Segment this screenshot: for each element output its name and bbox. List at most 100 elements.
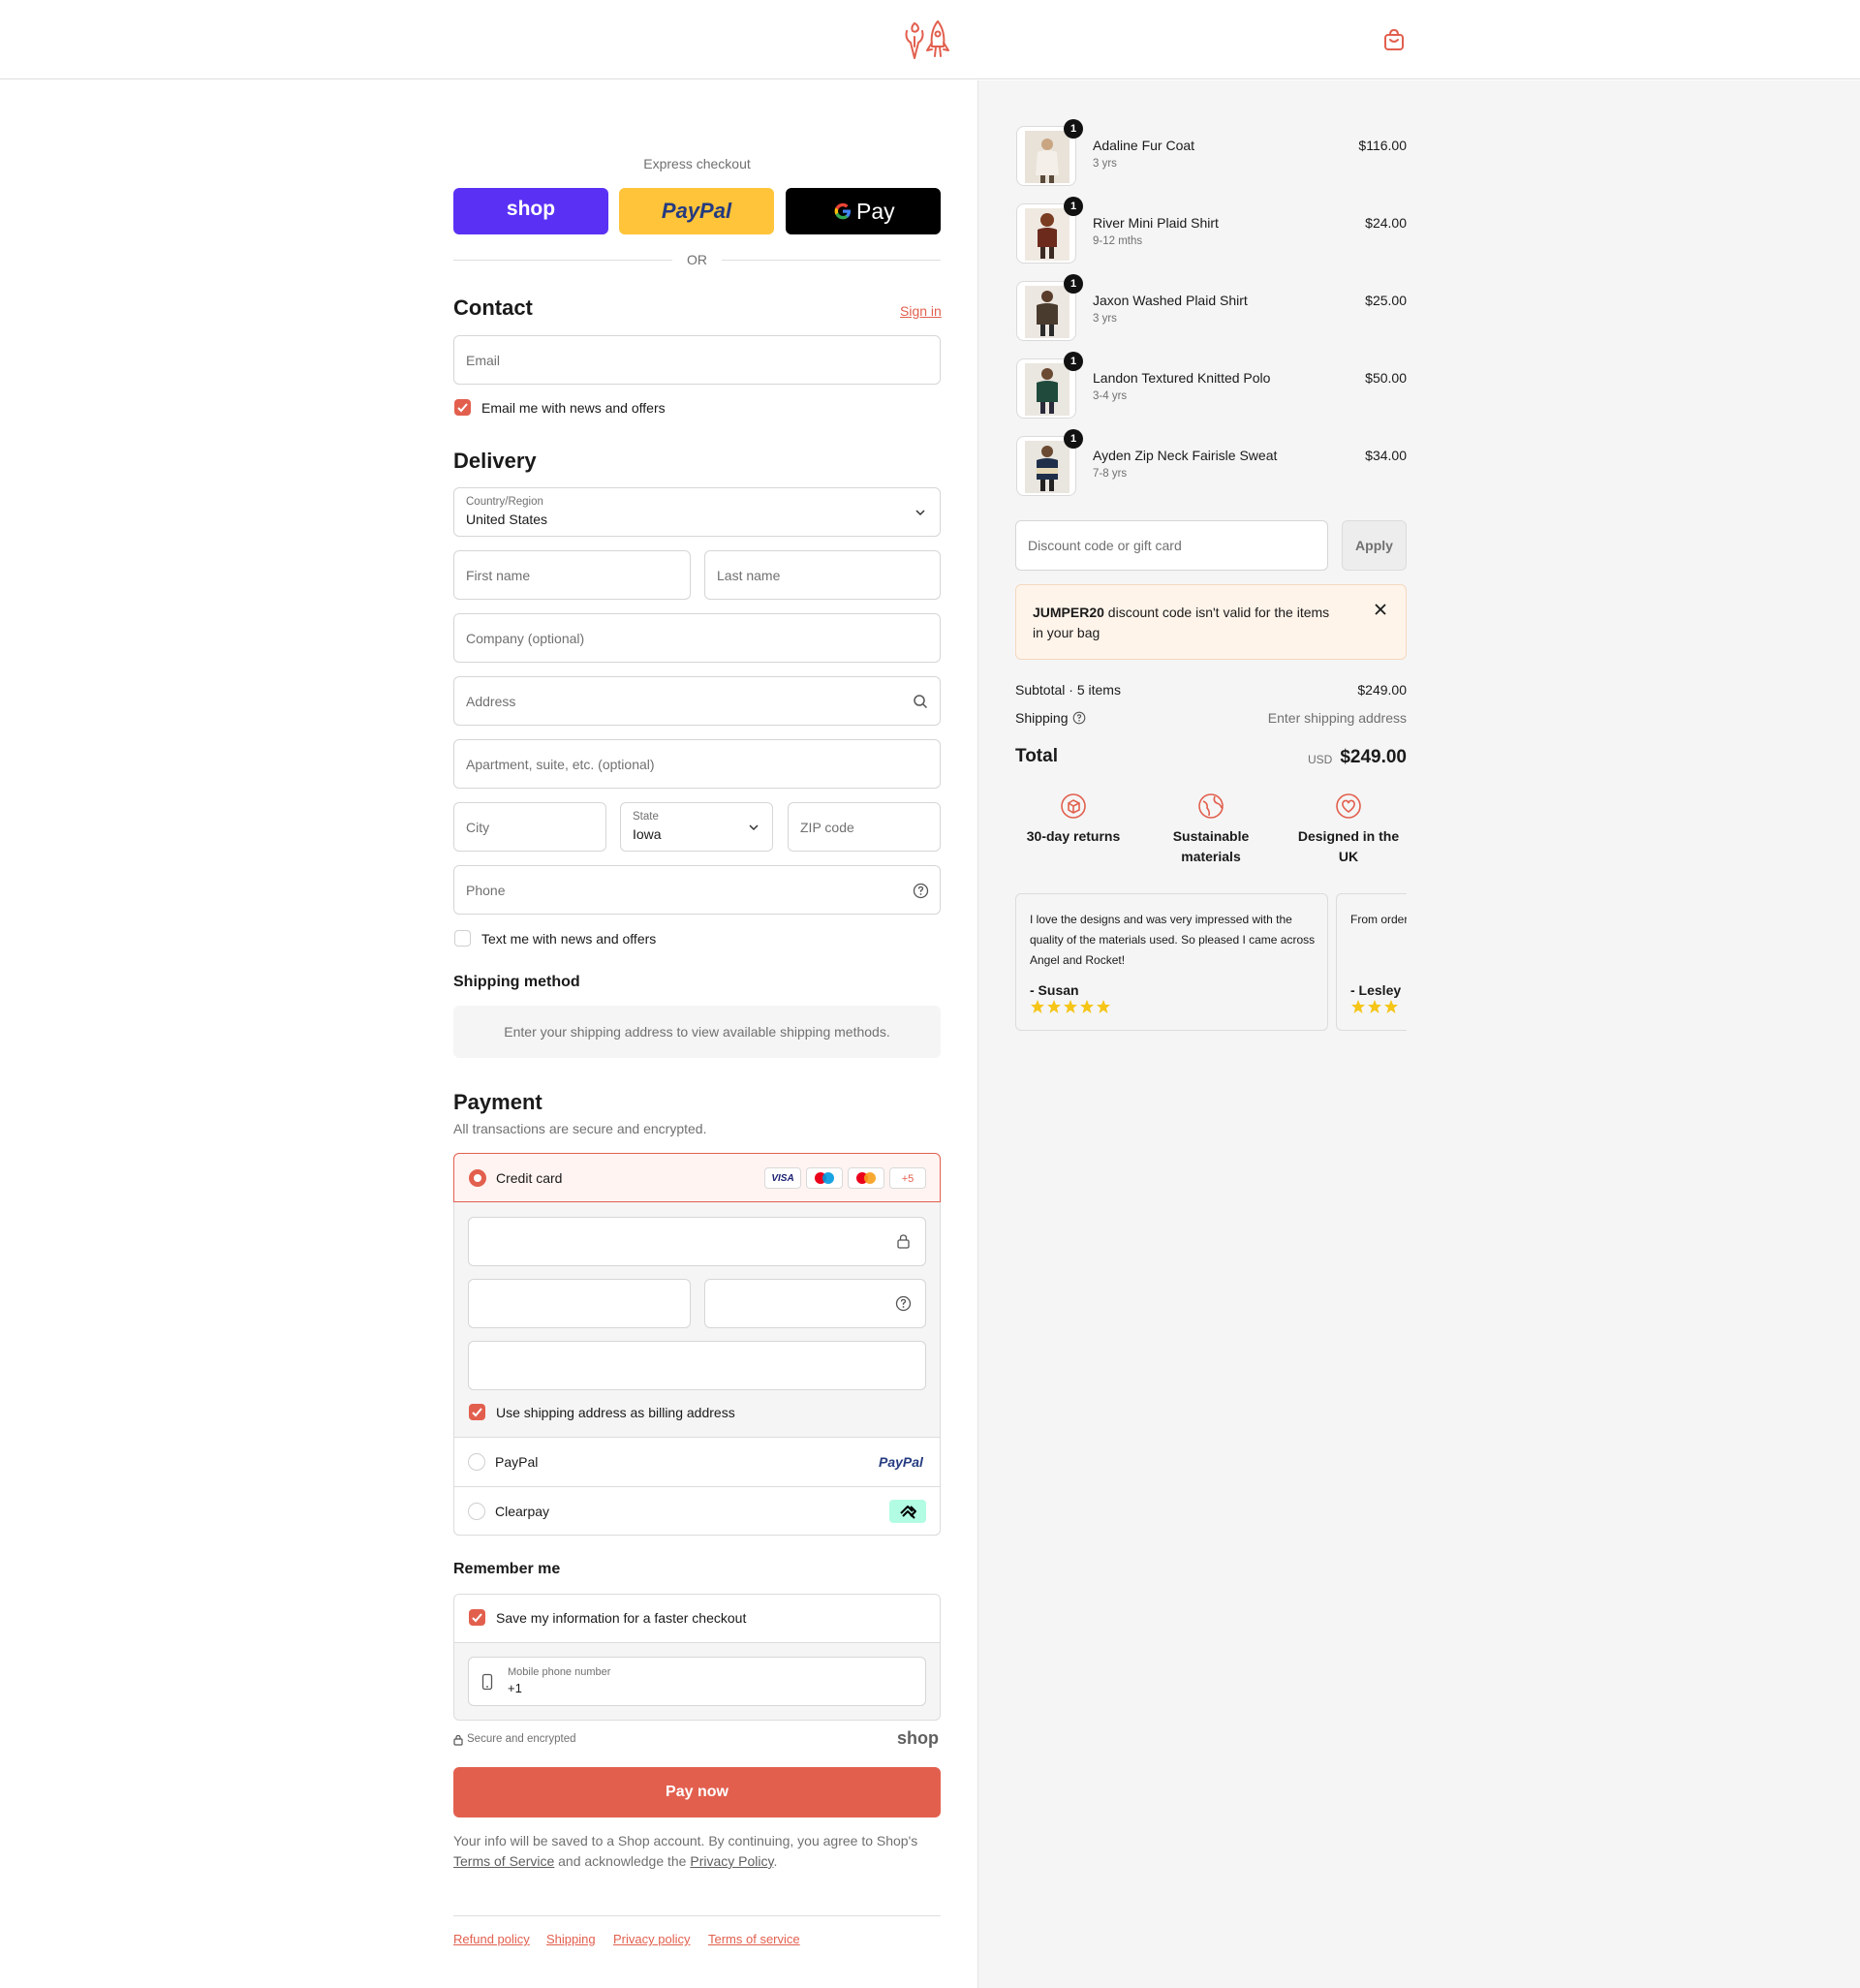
item-name: Ayden Zip Neck Fairisle Sweat: [1093, 448, 1278, 463]
review-author: - Lesley: [1350, 982, 1402, 998]
google-pay-button[interactable]: Pay: [786, 188, 941, 234]
express-checkout-title: Express checkout: [643, 156, 751, 171]
discount-error-code: JUMPER20: [1033, 605, 1104, 620]
contact-title: Contact: [453, 295, 533, 320]
billing-same-checkbox[interactable]: [469, 1404, 485, 1420]
shipping-method-text: Enter your shipping address to view avai…: [504, 1024, 890, 1040]
privacy-policy-link[interactable]: Privacy Policy: [690, 1853, 773, 1869]
legal-end: .: [773, 1853, 778, 1869]
cart-button[interactable]: [1381, 27, 1407, 52]
save-info-label: Save my information for a faster checkou…: [496, 1610, 747, 1626]
legal-mid: and acknowledge the: [554, 1853, 691, 1869]
mobile-phone-field[interactable]: Mobile phone number +1: [468, 1657, 926, 1706]
item-name: Adaline Fur Coat: [1093, 138, 1195, 153]
remember-me-title: Remember me: [453, 1561, 561, 1577]
help-circle-icon[interactable]: [913, 883, 929, 899]
last-name-placeholder: Last name: [717, 568, 781, 583]
help-circle-icon[interactable]: [1072, 711, 1086, 725]
company-field[interactable]: Company (optional): [453, 613, 941, 663]
item-variant: 7-8 yrs: [1093, 468, 1128, 480]
paypal-option[interactable]: PayPal PayPal: [453, 1437, 941, 1486]
email-placeholder: Email: [466, 353, 501, 368]
footer-terms-of-service[interactable]: Terms of service: [708, 1932, 800, 1946]
item-price: $24.00: [1365, 215, 1407, 231]
card-name-field[interactable]: [468, 1341, 926, 1390]
paypal-radio[interactable]: [468, 1453, 485, 1471]
apply-discount-button[interactable]: Apply: [1342, 520, 1407, 571]
total-label: Total: [1015, 746, 1058, 766]
review-author: - Susan: [1030, 982, 1079, 998]
country-label: Country/Region: [466, 496, 543, 508]
address-field[interactable]: Address: [453, 676, 941, 726]
paypal-express-button[interactable]: PayPal: [619, 188, 774, 234]
discount-error-message: JUMPER20 discount code isn't valid for t…: [1033, 603, 1343, 643]
phone-field[interactable]: Phone: [453, 865, 941, 915]
billing-same-label: Use shipping address as billing address: [496, 1405, 735, 1420]
chevron-down-icon: [915, 510, 925, 516]
zip-field[interactable]: ZIP code: [788, 802, 941, 852]
brand-logo[interactable]: [901, 17, 953, 60]
country-select[interactable]: Country/Region United States: [453, 487, 941, 537]
item-price: $50.00: [1365, 370, 1407, 386]
shipping-value: Enter shipping address: [1267, 710, 1407, 726]
item-variant: 3-4 yrs: [1093, 390, 1128, 402]
last-name-field[interactable]: Last name: [704, 550, 941, 600]
apartment-field[interactable]: Apartment, suite, etc. (optional): [453, 739, 941, 789]
payment-subtitle: All transactions are secure and encrypte…: [453, 1121, 707, 1136]
item-name: Landon Textured Knitted Polo: [1093, 370, 1271, 386]
maestro-logo: [806, 1167, 843, 1189]
company-placeholder: Company (optional): [466, 631, 585, 646]
star-icon: [1080, 1000, 1094, 1013]
divider-right: [722, 260, 941, 261]
state-select[interactable]: State Iowa: [620, 802, 773, 852]
footer-shipping[interactable]: Shipping: [546, 1932, 596, 1946]
pay-now-button[interactable]: Pay now: [453, 1767, 941, 1817]
feature-uk-label: Designed in the UK: [1297, 828, 1400, 864]
item-variant: 3 yrs: [1093, 158, 1117, 170]
item-price: $25.00: [1365, 293, 1407, 308]
clearpay-arrows-icon: [900, 1506, 916, 1519]
city-field[interactable]: City: [453, 802, 606, 852]
terms-of-service-link[interactable]: Terms of Service: [453, 1853, 554, 1869]
card-expiry-field[interactable]: [468, 1279, 691, 1328]
footer-refund-policy[interactable]: Refund policy: [453, 1932, 530, 1946]
discount-code-input[interactable]: Discount code or gift card: [1015, 520, 1328, 571]
credit-card-radio[interactable]: [469, 1169, 486, 1187]
paypal-label: PayPal: [495, 1454, 539, 1470]
help-circle-icon[interactable]: [895, 1295, 912, 1312]
save-info-checkbox[interactable]: [469, 1609, 485, 1626]
mastercard-circles-icon: [856, 1172, 876, 1184]
email-offers-checkbox[interactable]: [454, 399, 471, 416]
text-offers-label: Text me with news and offers: [481, 931, 657, 947]
zip-placeholder: ZIP code: [800, 820, 854, 835]
or-separator: OR: [687, 252, 707, 267]
phone-placeholder: Phone: [466, 883, 506, 898]
item-price: $116.00: [1358, 138, 1407, 153]
city-placeholder: City: [466, 820, 490, 835]
first-name-field[interactable]: First name: [453, 550, 691, 600]
text-offers-checkbox[interactable]: [454, 930, 471, 947]
legal-line1: Your info will be saved to a Shop accoun…: [453, 1833, 918, 1848]
heart-icon: [1336, 793, 1361, 819]
shipping-label: Shipping: [1015, 710, 1069, 726]
clearpay-label: Clearpay: [495, 1504, 550, 1519]
card-cvv-field[interactable]: [704, 1279, 926, 1328]
clearpay-radio[interactable]: [468, 1503, 485, 1520]
quantity-badge: 1: [1064, 119, 1083, 139]
item-name: Jaxon Washed Plaid Shirt: [1093, 293, 1248, 308]
google-g-icon: [834, 202, 851, 220]
shop-pay-button[interactable]: shop: [453, 188, 608, 234]
discount-code-placeholder: Discount code or gift card: [1028, 538, 1182, 553]
card-number-field[interactable]: [468, 1217, 926, 1266]
header: [0, 0, 1860, 79]
close-icon[interactable]: [1374, 603, 1387, 616]
star-icon: [1384, 1000, 1398, 1013]
paypal-express-label: PayPal: [661, 199, 732, 223]
sign-in-link[interactable]: Sign in: [900, 303, 942, 319]
secure-text: Secure and encrypted: [467, 1733, 576, 1745]
email-field[interactable]: Email: [453, 335, 941, 385]
more-cards-badge: +5: [889, 1167, 926, 1189]
footer-privacy-policy[interactable]: Privacy policy: [613, 1932, 690, 1946]
first-name-placeholder: First name: [466, 568, 531, 583]
clearpay-option[interactable]: Clearpay: [453, 1486, 941, 1536]
